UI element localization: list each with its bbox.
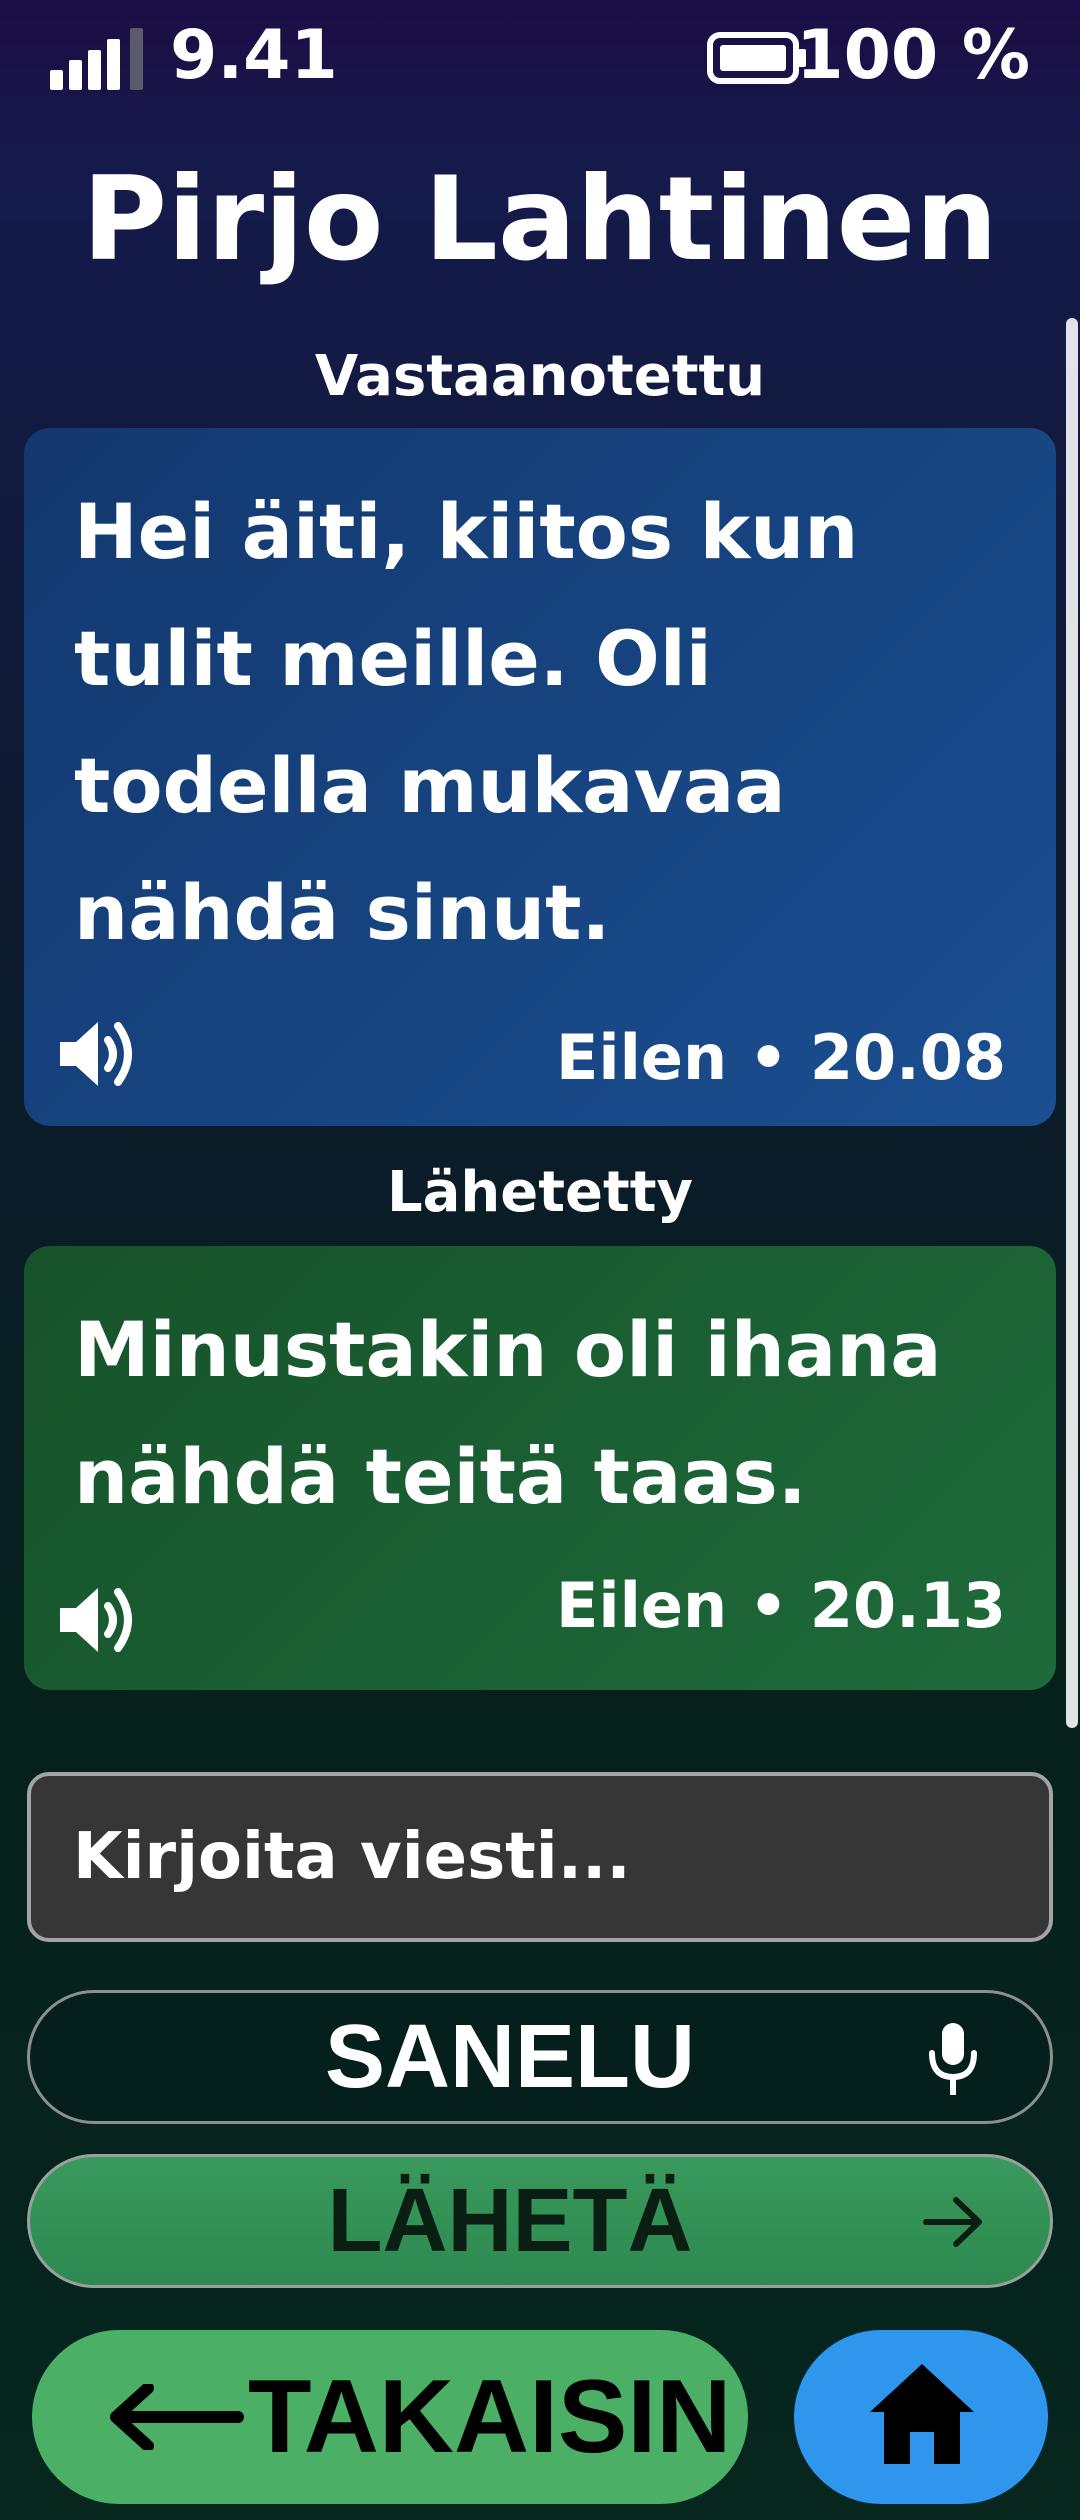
scrollbar[interactable] (1066, 318, 1078, 1728)
microphone-icon (929, 2023, 977, 2095)
received-message-bubble: Hei äiti, kiitos kun tulit meille. Oli t… (24, 428, 1056, 1126)
dictate-button[interactable]: SANELU (27, 1990, 1053, 2124)
message-text: Hei äiti, kiitos kun tulit meille. Oli t… (74, 487, 859, 957)
back-button[interactable]: TAKAISIN (32, 2330, 748, 2504)
status-time: 9.41 (170, 16, 338, 95)
home-button[interactable] (794, 2330, 1048, 2504)
battery-icon (707, 32, 806, 84)
home-icon (870, 2364, 974, 2464)
signal-bars-icon (50, 28, 143, 90)
speaker-icon[interactable] (52, 1580, 142, 1660)
dictate-label: SANELU (324, 2007, 696, 2107)
message-timestamp: Eilen • 20.13 (556, 1569, 1006, 1642)
received-label: Vastaanotettu (314, 344, 766, 409)
message-text: Minustakin oli ihana nähdä teitä taas. (74, 1305, 942, 1521)
message-input[interactable] (27, 1772, 1053, 1942)
message-timestamp: Eilen • 20.08 (556, 1021, 1006, 1094)
back-label: TAKAISIN (248, 2359, 732, 2475)
send-button[interactable]: LÄHETÄ (27, 2154, 1053, 2288)
sent-label: Lähetetty (386, 1160, 694, 1225)
arrow-right-icon (923, 2197, 982, 2247)
contact-name: Pirjo Lahtinen (82, 152, 998, 287)
sent-message-bubble: Minustakin oli ihana nähdä teitä taas. E… (24, 1246, 1056, 1690)
speaker-icon[interactable] (52, 1014, 142, 1094)
arrow-left-icon (110, 2384, 244, 2450)
send-label: LÄHETÄ (327, 2171, 693, 2271)
status-bar: 9.41 100 % (0, 0, 1080, 110)
battery-percent: 100 % (796, 16, 1030, 95)
